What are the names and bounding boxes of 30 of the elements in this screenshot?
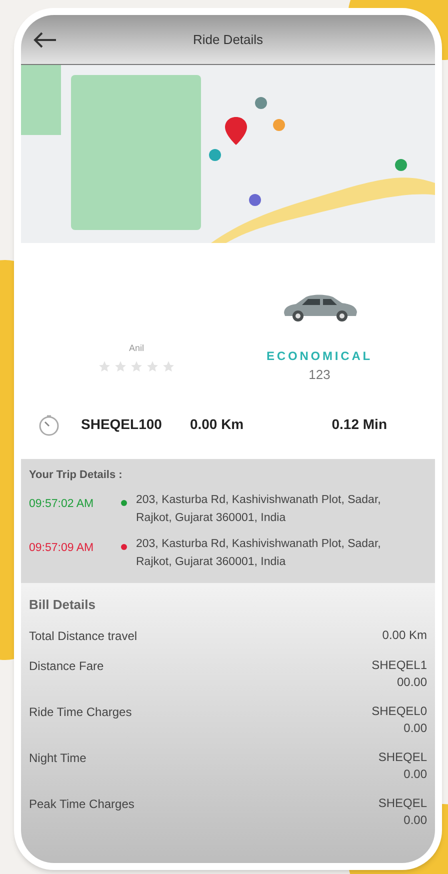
bill-details-title: Bill Details [29, 596, 96, 614]
stop-address: 203, Kasturba Rd, Kashivishwanath Plot, Sadar, Rajkot, Gujarat 360001, India [136, 493, 382, 526]
stop-time: 09:57:02 AM [29, 497, 95, 512]
vehicle-number: 123 [308, 366, 330, 384]
trip-distance: 0.00 Km [190, 415, 244, 434]
stop-time: 09:57:09 AM [29, 541, 95, 556]
page-title: Ride Details [192, 30, 264, 49]
stop-address: 203, Kasturba Rd, Kashivishwanath Plot, Sadar, Rajkot, Gujarat 360001, India [136, 537, 382, 570]
bill-value: SHEQEL0.00 [377, 748, 427, 782]
driver-name: Anil [128, 342, 144, 355]
trip-details-title: Your Trip Details : [29, 468, 124, 482]
vehicle-category: ECONOMICAL [266, 348, 372, 365]
bill-label: Peak Time Charges [29, 796, 134, 812]
star-icon [146, 360, 159, 372]
star-icon [114, 360, 127, 372]
bill-value: SHEQEL00.00 [370, 702, 427, 736]
trip-duration: 0.12 Min [332, 415, 387, 434]
back-arrow-icon[interactable] [33, 30, 57, 48]
bill-label: Total Distance travel [29, 628, 138, 644]
bill-value: SHEQEL100.00 [370, 656, 427, 690]
bill-value: 0.00 Km [381, 626, 427, 644]
star-icon [98, 360, 111, 372]
bill-label: Ride Time Charges [29, 704, 132, 720]
star-icon [130, 360, 143, 372]
fare-amount: SHEQEL100 [81, 415, 162, 434]
timer-icon [37, 412, 61, 436]
bill-label: Distance Fare [29, 658, 104, 674]
star-icon [162, 360, 175, 372]
bill-value: SHEQEL0.00 [377, 794, 427, 828]
bill-label: Night Time [29, 750, 86, 766]
